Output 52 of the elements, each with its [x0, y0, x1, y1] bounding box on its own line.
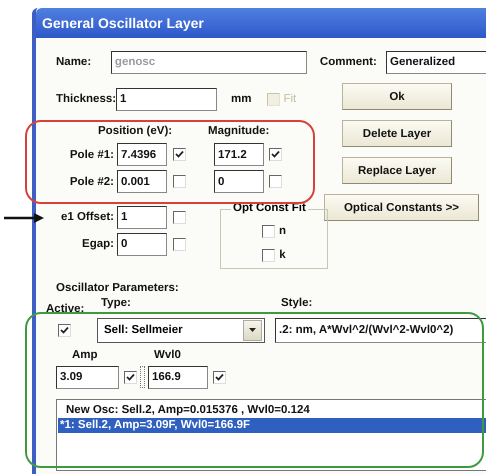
window-title: General Oscillator Layer: [42, 15, 204, 31]
type-label: Type:: [101, 297, 132, 309]
thickness-field[interactable]: 1: [116, 88, 217, 110]
splitter-handle[interactable]: [140, 366, 145, 388]
checkbox[interactable]: [173, 175, 186, 188]
unit-label: mm: [231, 93, 252, 105]
checkbox[interactable]: [269, 175, 282, 188]
pointer-arrow: [4, 213, 44, 223]
oscillator-list[interactable]: New Osc: Sell.2, Amp=0.015376 , Wvl0=0.124 *1: Sell.2, Amp=3.09F, Wvl0=166.9F: [56, 399, 486, 471]
fit-label: Fit: [283, 93, 296, 105]
checkbox[interactable]: [173, 238, 186, 250]
pole-label: Pole #1:: [68, 148, 115, 160]
checkbox[interactable]: [262, 224, 275, 238]
style-field[interactable]: .2: nm, A*Wvl^2/(Wvl^2-Wvl0^2): [275, 318, 486, 342]
active-checkbox[interactable]: [58, 324, 71, 336]
checkbox[interactable]: [173, 148, 186, 161]
magnitude-field[interactable]: 0: [214, 170, 264, 193]
checkbox-label: n: [278, 225, 286, 237]
checkbox[interactable]: [124, 370, 137, 384]
checkbox-label: k: [279, 249, 286, 261]
style-label: Style:: [281, 297, 312, 309]
checkbox[interactable]: [269, 148, 282, 161]
checkbox[interactable]: [173, 210, 186, 224]
type-dropdown[interactable]: Sell: Sellmeier: [97, 318, 265, 342]
offset-label: Egap:: [81, 238, 115, 250]
active-label: Active:: [46, 303, 86, 315]
checkbox[interactable]: [213, 370, 226, 384]
list-item[interactable]: New Osc: Sell.2, Amp=0.015376 , Wvl0=0.124: [58, 403, 486, 418]
offset-label: e1 Offset:: [60, 211, 115, 223]
param-label: Wvl0: [154, 349, 181, 361]
list-item[interactable]: *1: Sell.2, Amp=3.09F, Wvl0=166.9F: [58, 418, 486, 433]
thickness-label: Thickness:: [56, 93, 116, 105]
comment-label: Comment:: [318, 56, 378, 68]
section-title: Oscillator Parameters:: [56, 282, 179, 294]
offset-field[interactable]: 0: [117, 232, 167, 256]
magnitude-field[interactable]: 171.2: [214, 143, 264, 166]
position-field[interactable]: 0.001: [117, 170, 167, 193]
checkbox[interactable]: [262, 248, 276, 262]
layer-button[interactable]: Replace Layer: [342, 157, 452, 184]
position-field[interactable]: 7.4396: [117, 143, 167, 166]
comment-field[interactable]: Generalized: [386, 50, 486, 74]
param-label: Amp: [72, 349, 99, 361]
column-header: Position (eV):: [98, 125, 174, 137]
column-header: Magnitude:: [208, 125, 270, 137]
layer-button[interactable]: Delete Layer: [342, 120, 452, 147]
name-label: Name:: [56, 56, 92, 68]
offset-field[interactable]: 1: [117, 206, 167, 228]
param-field[interactable]: 166.9: [148, 366, 208, 388]
optical-constants-button[interactable]: Optical Constants >>: [324, 194, 479, 221]
pole-label: Pole #2:: [68, 176, 115, 188]
ok-button[interactable]: Ok: [342, 83, 452, 110]
param-field[interactable]: 3.09: [56, 366, 119, 388]
